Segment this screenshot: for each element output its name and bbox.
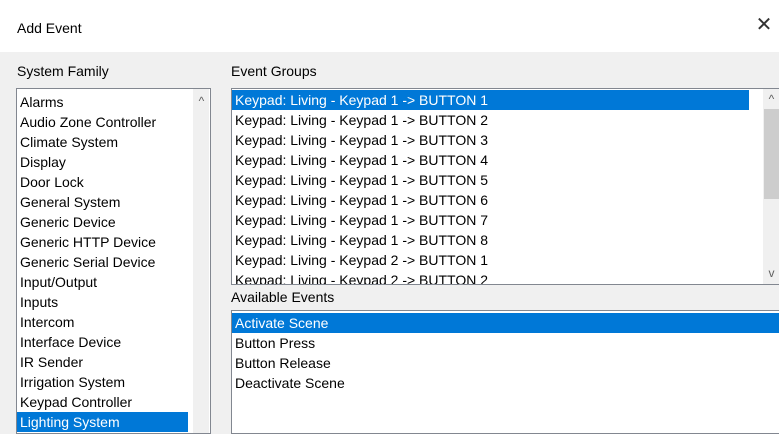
list-item[interactable]: Keypad: Living - Keypad 1 -> BUTTON 1	[232, 90, 749, 110]
list-item[interactable]: Climate System	[17, 132, 188, 152]
list-item[interactable]: Door Lock	[17, 172, 188, 192]
scroll-down-icon[interactable]: v	[763, 265, 779, 282]
list-item[interactable]: Audio Zone Controller	[17, 112, 188, 132]
available-events-label: Available Events	[231, 289, 335, 305]
list-item[interactable]: Generic HTTP Device	[17, 232, 188, 252]
list-item[interactable]: Keypad: Living - Keypad 2 -> BUTTON 1	[232, 250, 749, 270]
list-item[interactable]: Deactivate Scene	[232, 373, 779, 393]
list-item[interactable]: Keypad Controller	[17, 392, 188, 412]
list-item[interactable]: Intercom	[17, 312, 188, 332]
list-item[interactable]: Keypad: Living - Keypad 1 -> BUTTON 6	[232, 190, 749, 210]
event-groups-list[interactable]: Keypad: Living - Keypad 1 -> BUTTON 1 Key…	[231, 88, 779, 285]
list-item[interactable]: Irrigation System	[17, 372, 188, 392]
title-bar: Add Event ✕	[0, 0, 779, 52]
event-groups-label: Event Groups	[231, 63, 317, 79]
close-icon[interactable]: ✕	[753, 14, 775, 36]
list-item[interactable]: Button Release	[232, 353, 779, 373]
dialog-title: Add Event	[17, 20, 82, 36]
event-groups-scrollbar[interactable]: ^ v	[763, 89, 779, 284]
list-item[interactable]: Keypad: Living - Keypad 1 -> BUTTON 5	[232, 170, 749, 190]
list-item[interactable]: Input/Output	[17, 272, 188, 292]
list-item[interactable]: Keypad: Living - Keypad 1 -> BUTTON 4	[232, 150, 749, 170]
list-item[interactable]: Lighting System	[17, 412, 188, 432]
list-item[interactable]: Interface Device	[17, 332, 188, 352]
list-item[interactable]: Button Press	[232, 333, 779, 353]
list-item[interactable]: Alarms	[17, 92, 188, 112]
list-item[interactable]: Keypad: Living - Keypad 1 -> BUTTON 7	[232, 210, 749, 230]
scrollbar-thumb[interactable]	[764, 109, 779, 199]
list-item[interactable]: Activate Scene	[232, 313, 779, 333]
list-item[interactable]: Display	[17, 152, 188, 172]
scroll-up-icon[interactable]: ^	[763, 91, 779, 108]
system-family-list[interactable]: Alarms Audio Zone Controller Climate Syste…	[16, 88, 211, 434]
list-item[interactable]: Keypad: Living - Keypad 1 -> BUTTON 3	[232, 130, 749, 150]
system-family-label: System Family	[17, 63, 109, 79]
system-family-scrollbar[interactable]: ^	[193, 89, 209, 433]
list-item[interactable]: Keypad: Living - Keypad 2 -> BUTTON 2	[232, 270, 749, 284]
list-item[interactable]: Keypad: Living - Keypad 1 -> BUTTON 8	[232, 230, 749, 250]
list-item[interactable]: IR Sender	[17, 352, 188, 372]
list-item[interactable]: Generic Serial Device	[17, 252, 188, 272]
scroll-up-icon[interactable]: ^	[193, 93, 210, 110]
list-item[interactable]: Keypad: Living - Keypad 1 -> BUTTON 2	[232, 110, 749, 130]
list-item[interactable]: Generic Device	[17, 212, 188, 232]
list-item[interactable]: General System	[17, 192, 188, 212]
available-events-list[interactable]: Activate Scene Button Press Button Release…	[231, 310, 779, 434]
list-item[interactable]: Inputs	[17, 292, 188, 312]
